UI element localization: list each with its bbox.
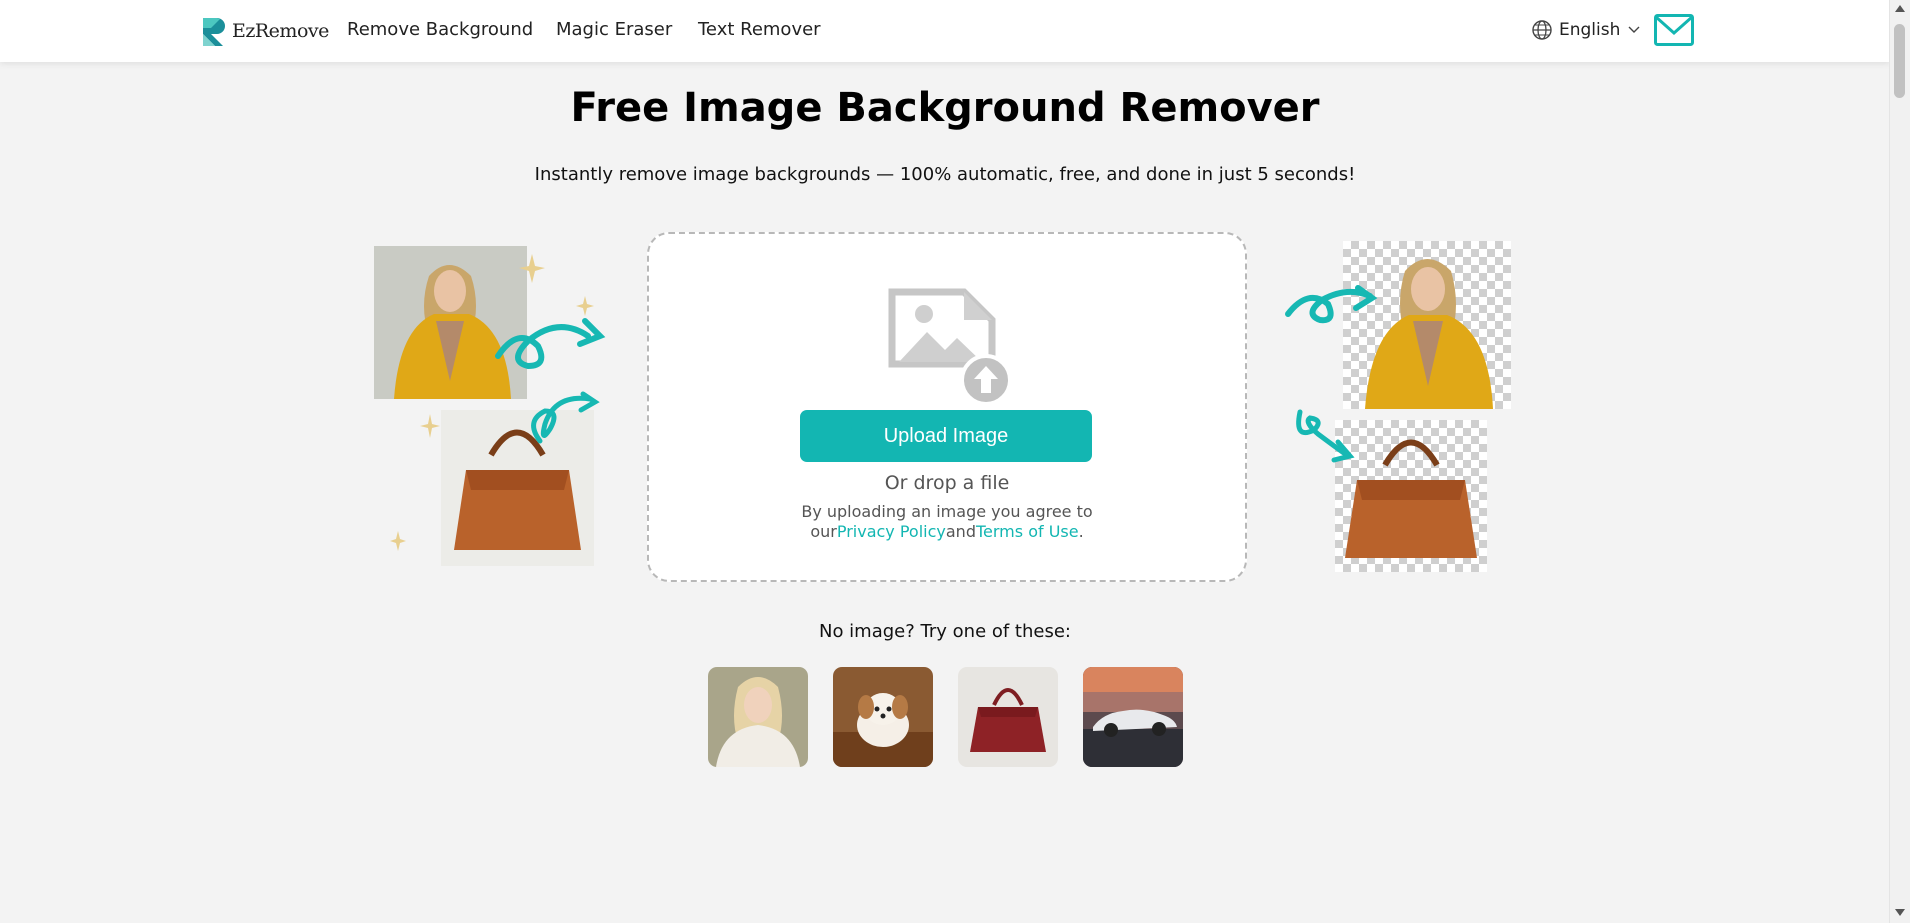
privacy-policy-link[interactable]: Privacy Policy (837, 522, 946, 541)
sample-red-bag-thumbnail[interactable] (958, 667, 1058, 767)
globe-icon (1532, 20, 1552, 40)
sample-woman-thumbnail[interactable] (708, 667, 808, 767)
page-title: Free Image Background Remover (570, 85, 1320, 131)
terms-notice-period: . (1078, 522, 1084, 541)
language-label: English (1559, 20, 1621, 40)
sample-car-thumbnail[interactable] (1083, 667, 1183, 767)
page-scrollbar[interactable] (1889, 0, 1910, 923)
terms-notice-prefix: our (810, 522, 837, 541)
terms-of-use-link[interactable]: Terms of Use (976, 522, 1079, 541)
decorative-arrows-left (390, 254, 606, 551)
nav-magic-eraser[interactable]: Magic Eraser (556, 19, 672, 40)
scroll-thumb[interactable] (1894, 24, 1905, 98)
mail-icon[interactable] (1654, 14, 1694, 46)
site-header: EzRemove Remove Background Magic Eraser … (0, 0, 1890, 62)
chevron-down-icon (1628, 26, 1640, 33)
nav-remove-background[interactable]: Remove Background (347, 19, 533, 40)
language-selector[interactable]: English (1531, 19, 1646, 41)
scroll-down-arrow[interactable] (1895, 909, 1905, 916)
samples-label: No image? Try one of these: (818, 621, 1071, 642)
upload-image-button[interactable]: Upload Image (800, 410, 1092, 462)
logo-mark-icon (203, 18, 225, 46)
drop-file-text: Or drop a file (884, 472, 1010, 494)
terms-notice-line1: By uploading an image you agree to (801, 502, 1093, 521)
scroll-up-arrow[interactable] (1895, 5, 1905, 12)
logo-text: EzRemove (232, 20, 329, 42)
terms-notice-and: and (945, 522, 976, 541)
page-subtitle: Instantly remove image backgrounds — 100… (534, 164, 1356, 185)
upload-dropzone[interactable]: Upload Image Or drop a file By uploading… (647, 232, 1247, 582)
nav-text-remover[interactable]: Text Remover (698, 19, 821, 40)
decorative-arrows-right (1285, 285, 1378, 463)
sample-puppy-thumbnail[interactable] (833, 667, 933, 767)
image-upload-icon (888, 288, 1012, 406)
logo[interactable]: EzRemove (199, 14, 329, 48)
terms-notice: By uploading an image you agree to ourPr… (649, 502, 1245, 542)
